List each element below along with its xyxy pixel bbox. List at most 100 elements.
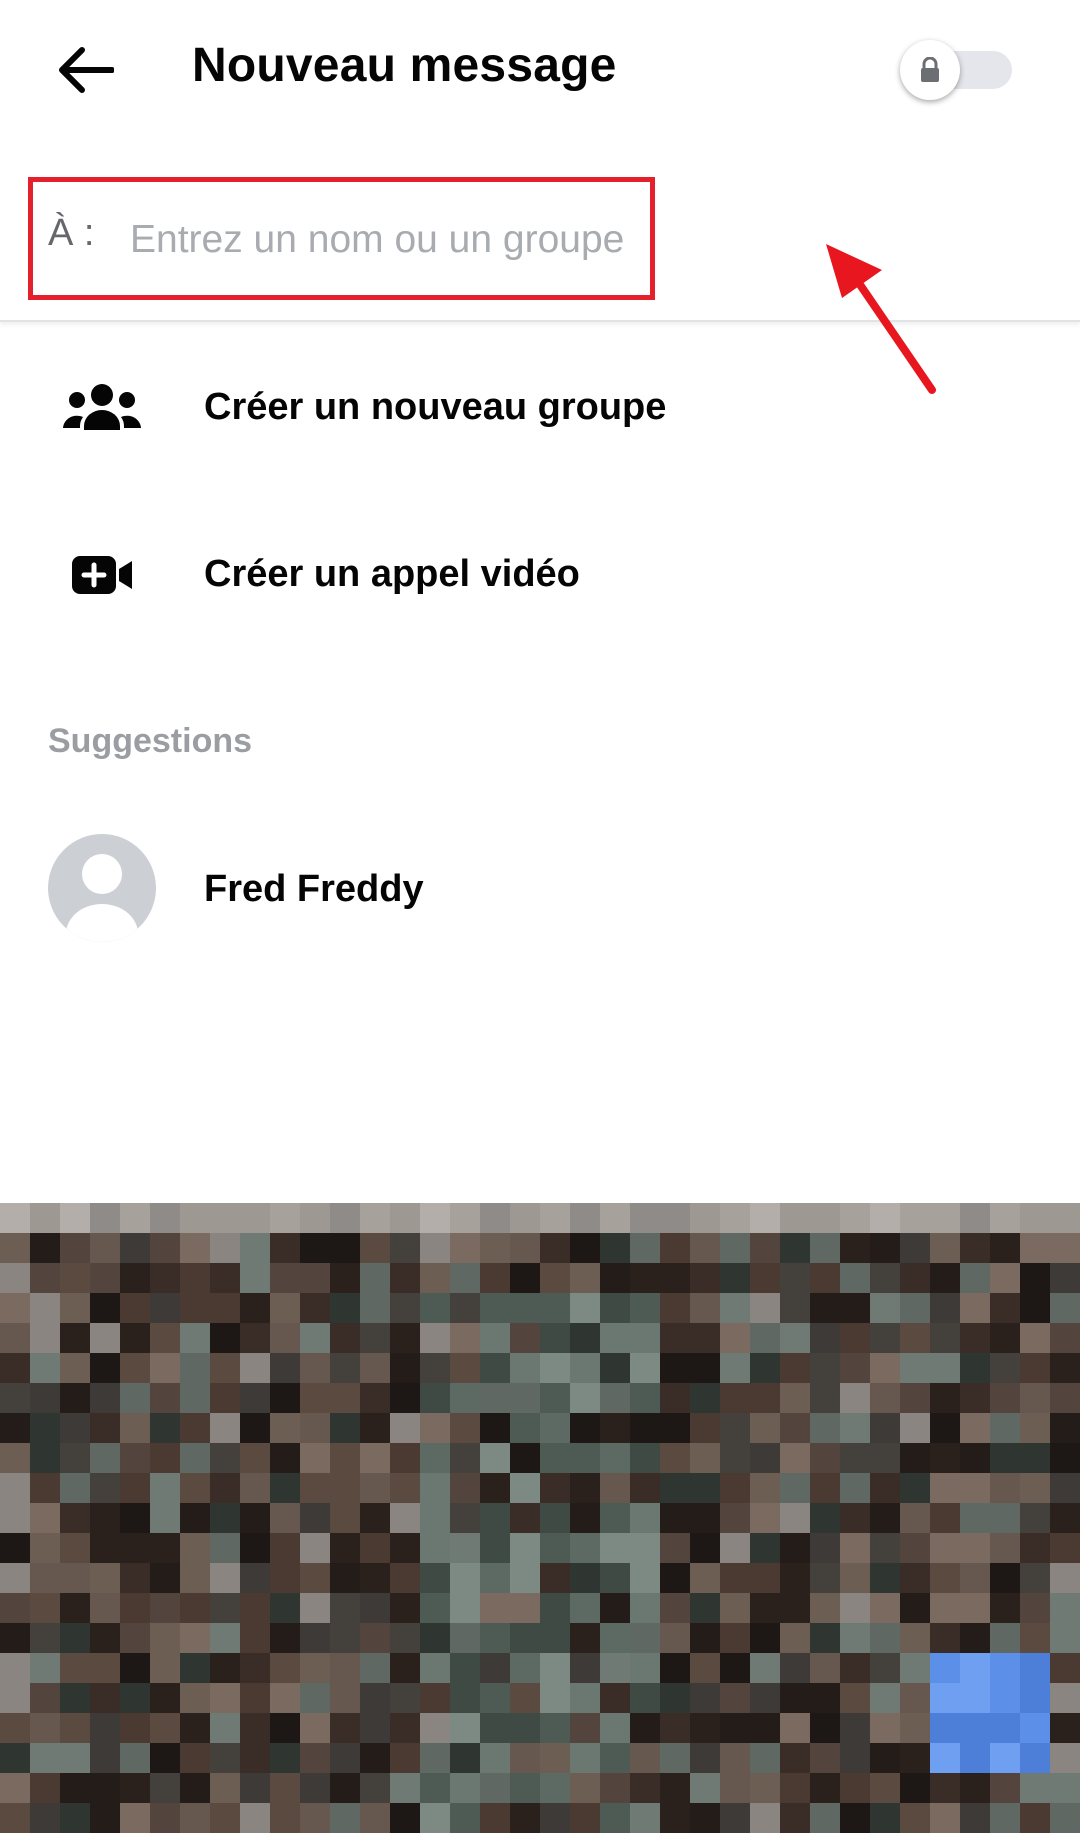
secret-conversation-toggle[interactable] bbox=[900, 40, 1014, 100]
camera-pixel bbox=[660, 1203, 690, 1233]
camera-pixel bbox=[870, 1653, 900, 1683]
camera-pixel bbox=[270, 1503, 300, 1533]
camera-pixel bbox=[1050, 1323, 1080, 1353]
camera-pixel bbox=[330, 1443, 360, 1473]
camera-pixel bbox=[1020, 1203, 1050, 1233]
camera-pixel bbox=[240, 1263, 270, 1293]
back-button[interactable] bbox=[40, 30, 130, 110]
camera-pixel bbox=[270, 1293, 300, 1323]
camera-pixel bbox=[30, 1413, 60, 1443]
create-group-row[interactable]: Créer un nouveau groupe bbox=[0, 348, 1080, 468]
camera-pixel bbox=[330, 1713, 360, 1743]
camera-pixel bbox=[630, 1233, 660, 1263]
camera-pixel bbox=[240, 1383, 270, 1413]
camera-pixel bbox=[420, 1443, 450, 1473]
camera-pixel bbox=[990, 1713, 1020, 1743]
camera-pixel bbox=[450, 1653, 480, 1683]
camera-pixel bbox=[210, 1773, 240, 1803]
camera-pixel bbox=[480, 1353, 510, 1383]
camera-pixel bbox=[750, 1353, 780, 1383]
camera-pixel bbox=[90, 1473, 120, 1503]
camera-pixel bbox=[810, 1413, 840, 1443]
camera-pixel bbox=[450, 1593, 480, 1623]
camera-pixel bbox=[780, 1263, 810, 1293]
camera-pixel bbox=[750, 1503, 780, 1533]
camera-pixel bbox=[390, 1563, 420, 1593]
camera-pixel bbox=[510, 1233, 540, 1263]
camera-pixel bbox=[570, 1413, 600, 1443]
camera-pixel bbox=[540, 1443, 570, 1473]
camera-pixel bbox=[780, 1353, 810, 1383]
camera-pixel bbox=[960, 1233, 990, 1263]
camera-pixel bbox=[60, 1593, 90, 1623]
camera-pixel bbox=[90, 1413, 120, 1443]
camera-pixel bbox=[570, 1293, 600, 1323]
camera-pixel bbox=[210, 1713, 240, 1743]
camera-pixel bbox=[540, 1713, 570, 1743]
camera-pixel bbox=[960, 1443, 990, 1473]
camera-pixel bbox=[690, 1473, 720, 1503]
camera-pixel bbox=[0, 1743, 30, 1773]
camera-pixel bbox=[840, 1263, 870, 1293]
camera-pixel bbox=[30, 1293, 60, 1323]
camera-pixel bbox=[450, 1203, 480, 1233]
camera-pixel bbox=[600, 1353, 630, 1383]
camera-pixel bbox=[330, 1743, 360, 1773]
camera-pixel bbox=[480, 1323, 510, 1353]
camera-pixel bbox=[660, 1323, 690, 1353]
camera-pixel bbox=[300, 1203, 330, 1233]
camera-pixel bbox=[930, 1413, 960, 1443]
suggestion-name: Fred Freddy bbox=[204, 868, 424, 910]
camera-pixel bbox=[540, 1563, 570, 1593]
camera-pixel bbox=[630, 1503, 660, 1533]
camera-pixel bbox=[1050, 1683, 1080, 1713]
camera-pixel bbox=[780, 1713, 810, 1743]
camera-pixel bbox=[990, 1623, 1020, 1653]
camera-pixel bbox=[120, 1323, 150, 1353]
camera-pixel bbox=[510, 1803, 540, 1833]
create-video-call-row[interactable]: Créer un appel vidéo bbox=[0, 515, 1080, 635]
camera-pixel bbox=[210, 1383, 240, 1413]
camera-pixel bbox=[1020, 1383, 1050, 1413]
recipient-search-input[interactable] bbox=[130, 210, 650, 270]
camera-pixel bbox=[0, 1233, 30, 1263]
camera-pixel bbox=[720, 1353, 750, 1383]
camera-pixel bbox=[480, 1473, 510, 1503]
camera-pixel bbox=[90, 1713, 120, 1743]
camera-pixel bbox=[900, 1383, 930, 1413]
camera-pixel bbox=[240, 1443, 270, 1473]
camera-pixel bbox=[720, 1503, 750, 1533]
camera-pixel bbox=[90, 1383, 120, 1413]
camera-pixel bbox=[300, 1413, 330, 1443]
camera-pixel bbox=[120, 1653, 150, 1683]
arrow-left-icon bbox=[59, 47, 114, 93]
camera-pixel bbox=[1050, 1773, 1080, 1803]
camera-pixel bbox=[360, 1713, 390, 1743]
camera-pixel bbox=[1020, 1443, 1050, 1473]
camera-pixel bbox=[930, 1353, 960, 1383]
camera-pixel bbox=[30, 1683, 60, 1713]
camera-pixel bbox=[600, 1263, 630, 1293]
camera-pixel bbox=[960, 1593, 990, 1623]
camera-pixel bbox=[420, 1263, 450, 1293]
camera-pixel bbox=[360, 1503, 390, 1533]
camera-pixel bbox=[240, 1773, 270, 1803]
camera-pixel bbox=[540, 1533, 570, 1563]
camera-pixel bbox=[180, 1473, 210, 1503]
camera-pixel bbox=[420, 1203, 450, 1233]
camera-pixel bbox=[600, 1473, 630, 1503]
camera-pixel bbox=[540, 1683, 570, 1713]
camera-pixel bbox=[270, 1773, 300, 1803]
camera-pixel bbox=[810, 1323, 840, 1353]
suggestion-item[interactable]: Fred Freddy bbox=[0, 830, 1080, 950]
camera-pixel bbox=[750, 1563, 780, 1593]
camera-pixel bbox=[420, 1743, 450, 1773]
camera-pixel bbox=[900, 1593, 930, 1623]
camera-pixel bbox=[90, 1683, 120, 1713]
camera-pixel bbox=[930, 1593, 960, 1623]
camera-pixel bbox=[840, 1743, 870, 1773]
camera-pixel bbox=[720, 1413, 750, 1443]
camera-pixel bbox=[1050, 1743, 1080, 1773]
camera-pixel bbox=[510, 1713, 540, 1743]
camera-pixel bbox=[180, 1293, 210, 1323]
